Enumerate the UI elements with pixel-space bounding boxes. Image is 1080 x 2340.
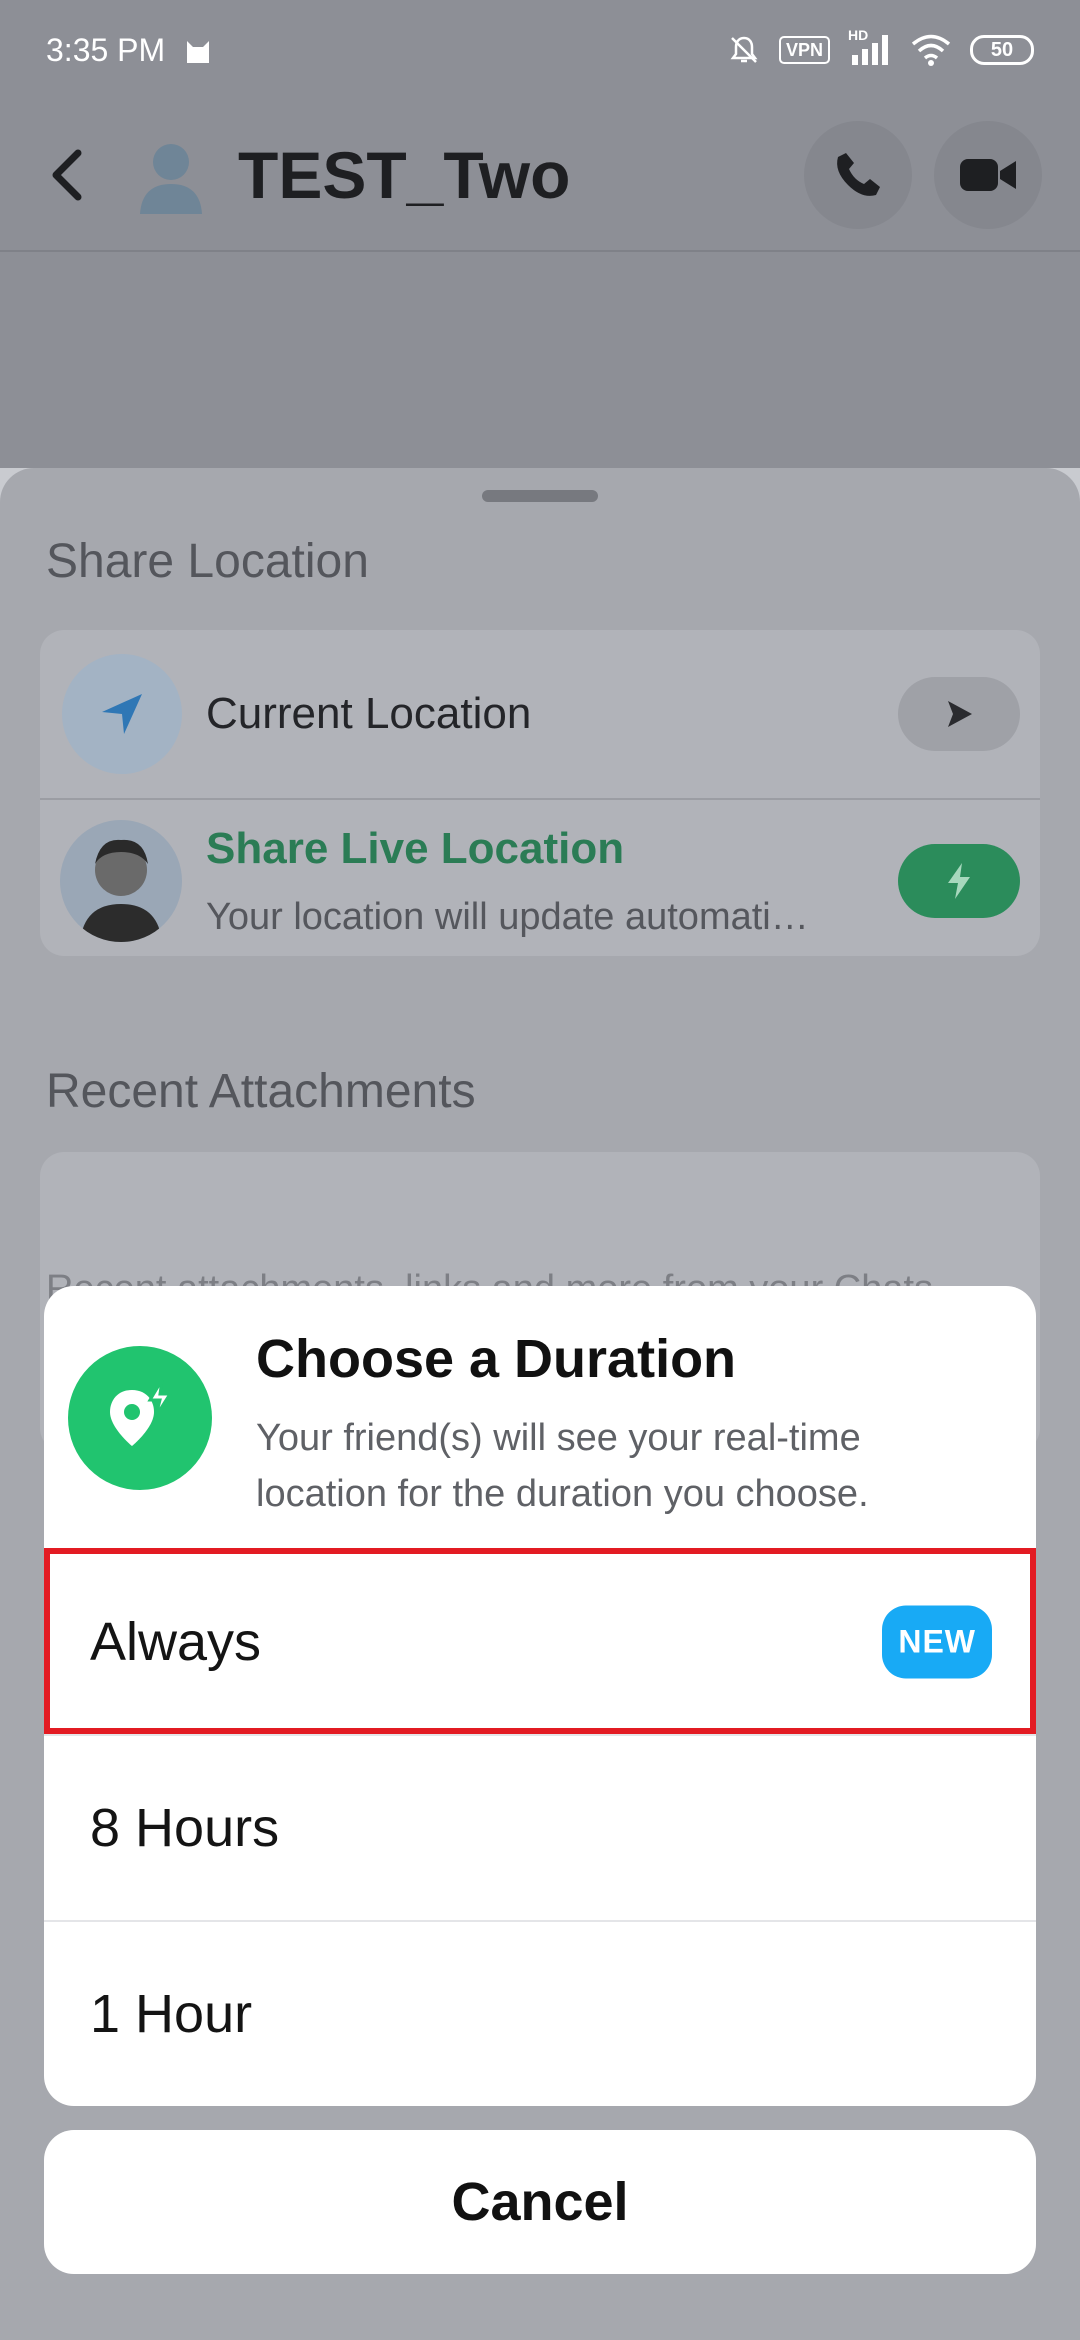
phone-icon — [837, 153, 880, 196]
cat-icon — [187, 41, 210, 63]
sheet-grabber[interactable] — [482, 490, 598, 502]
status-bar: 3:35 PM VPN HD 50 — [0, 0, 1080, 100]
send-icon — [948, 701, 972, 727]
duration-option-8-hours[interactable]: 8 Hours — [44, 1734, 1036, 1920]
dialog-header: Choose a Duration Your friend(s) will se… — [44, 1286, 1036, 1548]
share-live-location-button[interactable] — [898, 844, 1020, 918]
location-circle — [62, 654, 182, 774]
dialog-title: Choose a Duration — [256, 1329, 737, 1389]
battery-level: 50 — [990, 38, 1014, 61]
share-location-card: Current Location Share Live Location You… — [40, 630, 1040, 956]
new-badge: NEW — [882, 1605, 992, 1679]
cancel-button[interactable]: Cancel — [44, 2130, 1036, 2274]
current-location-row[interactable]: Current Location — [40, 644, 1040, 784]
share-location-title: Share Location — [46, 535, 369, 588]
duration-dialog: Choose a Duration Your friend(s) will se… — [44, 1286, 1036, 2106]
chat-header: TEST_Two — [0, 100, 1080, 252]
duration-option-label: 8 Hours — [90, 1798, 280, 1858]
card-divider — [40, 798, 1040, 800]
live-location-row[interactable]: Share Live Location Your location will u… — [40, 806, 1040, 956]
vpn-badge: VPN — [778, 36, 830, 64]
battery-icon: 50 — [970, 35, 1034, 65]
header-actions — [804, 121, 1042, 229]
back-icon[interactable] — [38, 145, 98, 205]
duration-option-label: 1 Hour — [90, 1984, 253, 2044]
live-location-icon — [68, 1346, 212, 1490]
lightning-icon — [948, 863, 970, 899]
avatar-icon[interactable] — [132, 136, 210, 214]
bitmoji-icon — [60, 820, 182, 942]
live-location-title: Share Live Location — [206, 823, 625, 873]
dialog-subtitle: Your friend(s) will see your real-time l… — [256, 1417, 869, 1515]
live-location-subtitle: Your location will update automati… — [206, 895, 809, 938]
wifi-icon — [911, 34, 951, 66]
mute-bell-icon — [730, 36, 758, 63]
screen: 3:35 PM VPN HD 50 TEST_Two Share Locatio… — [0, 0, 1080, 2340]
call-button[interactable] — [804, 121, 912, 229]
status-time: 3:35 PM — [46, 31, 166, 68]
live-location-text: Share Live Location Your location will u… — [206, 824, 809, 939]
duration-option-label: Always — [90, 1612, 262, 1672]
status-icons: VPN HD 50 — [727, 27, 1034, 67]
duration-option-always[interactable]: Always NEW — [44, 1548, 1036, 1734]
video-icon — [960, 159, 1016, 191]
recent-attachments-title: Recent Attachments — [46, 1065, 476, 1118]
current-location-label: Current Location — [206, 689, 532, 738]
location-arrow-icon — [102, 694, 142, 734]
page-title: TEST_Two — [238, 138, 571, 212]
send-current-location-button[interactable] — [898, 677, 1020, 751]
signal-icon: HD — [848, 27, 892, 67]
chat-background — [0, 252, 1080, 468]
video-call-button[interactable] — [934, 121, 1042, 229]
duration-option-1-hour[interactable]: 1 Hour — [44, 1920, 1036, 2106]
